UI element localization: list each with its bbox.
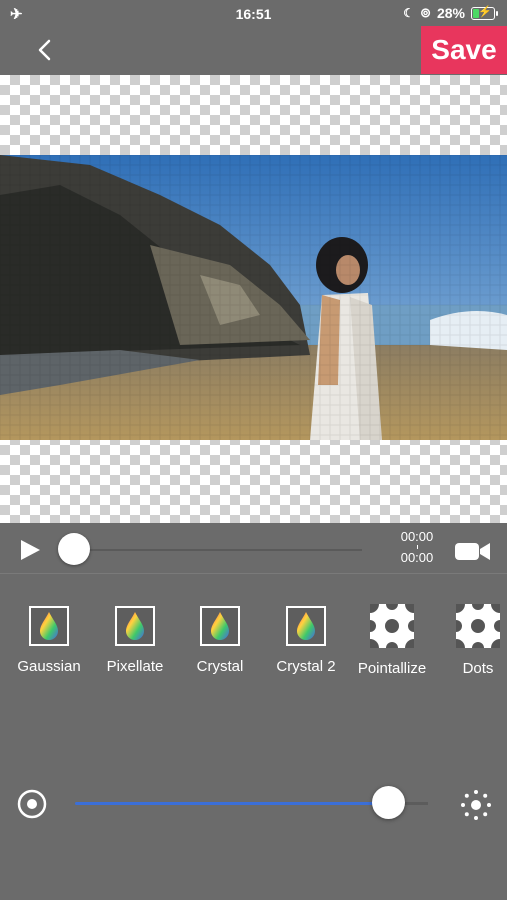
- intensity-slider-row: [0, 780, 507, 826]
- intensity-slider-fill[interactable]: [75, 802, 388, 805]
- filter-pixellate[interactable]: Pixellate: [95, 600, 175, 675]
- total-time: 00:00: [400, 550, 434, 565]
- dots-pattern-icon: [370, 604, 414, 648]
- filter-list: Gaussian Pixellate Crystal Crystal 2 Poi…: [0, 600, 507, 690]
- rainbow-drop-icon: [200, 606, 240, 646]
- filter-gaussian[interactable]: Gaussian: [9, 600, 89, 675]
- current-time: 00:00: [400, 529, 434, 544]
- filter-pointallize[interactable]: Pointallize: [352, 600, 432, 677]
- save-button[interactable]: Save: [421, 26, 507, 74]
- video-frame-preview: [0, 155, 507, 440]
- divider: [0, 573, 507, 574]
- rainbow-drop-icon: [286, 606, 326, 646]
- moon-icon: ☾: [403, 6, 415, 20]
- chevron-left-icon: [38, 39, 51, 61]
- status-bar: ✈ 16:51 ☾ ⊚ 28% ⚡: [0, 0, 507, 28]
- seek-track[interactable]: [75, 549, 362, 551]
- rainbow-drop-icon: [29, 606, 69, 646]
- rainbow-drop-icon: [115, 606, 155, 646]
- back-button[interactable]: [30, 35, 60, 65]
- battery-percent: 28%: [436, 5, 465, 21]
- play-icon: [21, 540, 40, 560]
- max-intensity-icon[interactable]: [460, 789, 492, 821]
- playback-bar: 00:00 00:00: [0, 523, 507, 573]
- filter-crystal[interactable]: Crystal: [180, 600, 260, 675]
- filter-dots[interactable]: Dots: [438, 600, 507, 677]
- orientation-lock-icon: ⊚: [420, 5, 431, 20]
- intensity-slider-thumb[interactable]: [372, 786, 405, 819]
- video-camera-button[interactable]: [454, 539, 492, 563]
- play-button[interactable]: [18, 538, 42, 562]
- video-canvas: [0, 75, 507, 523]
- battery-icon: ⚡: [471, 6, 498, 20]
- seek-thumb[interactable]: [58, 533, 90, 565]
- time-display: 00:00 00:00: [393, 528, 441, 566]
- min-intensity-icon: [17, 789, 47, 819]
- video-camera-icon: [455, 543, 490, 560]
- dots-pattern-icon: [456, 604, 500, 648]
- filter-crystal-2[interactable]: Crystal 2: [266, 600, 346, 675]
